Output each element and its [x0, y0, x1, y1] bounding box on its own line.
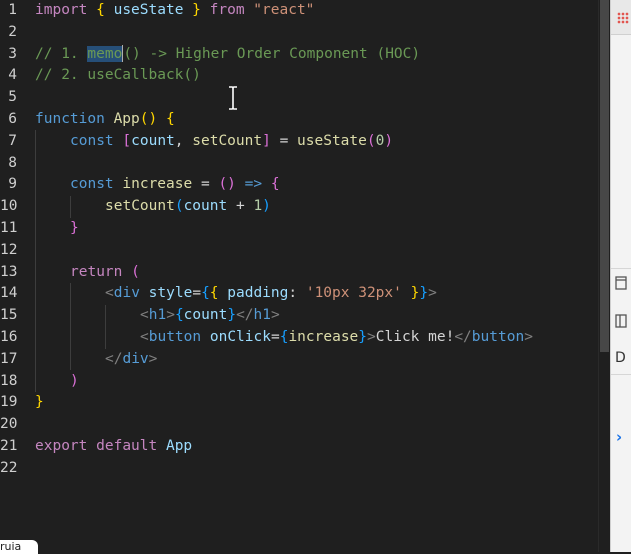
line-number: 16	[0, 329, 18, 345]
indent-guide	[70, 283, 71, 370]
line-number: 12	[0, 241, 18, 258]
line-number: 3	[8, 45, 17, 62]
code-line-7: const [count, setCount] = useState(0)	[70, 132, 394, 149]
indent-guide	[70, 196, 71, 218]
line-number: 2	[8, 23, 17, 40]
line-number: 5	[8, 89, 17, 106]
line-number: 17	[0, 350, 18, 367]
line-number: 6	[8, 111, 17, 127]
line-number: 9	[8, 176, 17, 193]
code-line-1: import { useState } from "react"	[35, 2, 315, 18]
code-line-13: return (	[70, 263, 140, 280]
divider	[611, 268, 631, 269]
code-line-17: </div>	[105, 350, 158, 367]
line-number: 8	[8, 154, 17, 171]
line-number: 19	[0, 394, 18, 411]
line-number: 10	[0, 198, 18, 215]
line-number: 13	[0, 263, 18, 280]
line-number: 11	[0, 220, 18, 236]
line-number: 22	[0, 459, 18, 476]
code-line-18: )	[70, 372, 79, 389]
line-number: 20	[0, 416, 18, 433]
devtools-panel: D ›	[610, 0, 631, 552]
code-line-21: export default App	[35, 438, 193, 454]
line-number: 7	[8, 132, 17, 149]
line-number: 14	[0, 285, 18, 302]
devtools-toolbar	[611, 0, 631, 35]
ibeam-cursor-icon	[226, 85, 240, 111]
code-line-6: function App() {	[35, 111, 175, 127]
dock-icon[interactable]	[615, 276, 629, 292]
code-line-3: // 1. memo() -> Higher Order Component (…	[35, 45, 421, 63]
line-number: 4	[8, 67, 17, 84]
divider	[611, 374, 631, 375]
code-editor[interactable]: 1 2 3 4 5 6 7 8 9 10 11 12 13 14 15 16 17 18 19 20 21 22 impo…	[0, 0, 598, 552]
chevron-right-icon[interactable]: ›	[616, 428, 622, 446]
line-number: 1	[8, 2, 17, 18]
devtools-tab-label[interactable]: D	[615, 350, 629, 366]
code-line-14: <div style={{ padding: '10px 32px' }}>	[105, 285, 437, 302]
line-number: 21	[0, 438, 18, 454]
code-line-16: <button onClick={increase}>Click me!</bu…	[140, 329, 533, 345]
line-number: 18	[0, 372, 18, 389]
selected-text: memo	[87, 45, 123, 62]
apps-grid-icon[interactable]	[617, 12, 629, 24]
code-line-10: setCount(count + 1)	[105, 198, 271, 215]
line-number: 15	[0, 307, 18, 324]
code-line-15: <h1>{count}</h1>	[140, 307, 280, 324]
code-line-4: // 2. useCallback()	[35, 67, 201, 84]
panel-layout-icon[interactable]	[615, 314, 629, 330]
code-line-19: }	[35, 394, 44, 411]
scrollbar-thumb[interactable]	[600, 0, 609, 352]
code-line-11: }	[70, 220, 79, 236]
indent-guide	[105, 305, 106, 349]
indent-guide	[35, 130, 36, 392]
code-line-9: const increase = () => {	[70, 176, 280, 193]
